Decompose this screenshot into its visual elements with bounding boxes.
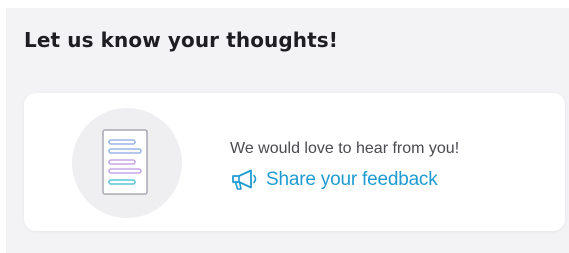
document-chat-icon [102,129,148,195]
share-feedback-label[interactable]: Share your feedback [266,169,438,191]
feedback-illustration [72,108,182,218]
feedback-message: We would love to hear from you! [230,140,460,157]
share-feedback-link[interactable]: Share your feedback [231,169,438,191]
megaphone-icon [232,169,257,190]
section-heading: Let us know your thoughts! [24,28,339,52]
feedback-section: Let us know your thoughts! We would love… [6,8,569,253]
feedback-card: We would love to hear from you! Share yo… [24,93,565,231]
